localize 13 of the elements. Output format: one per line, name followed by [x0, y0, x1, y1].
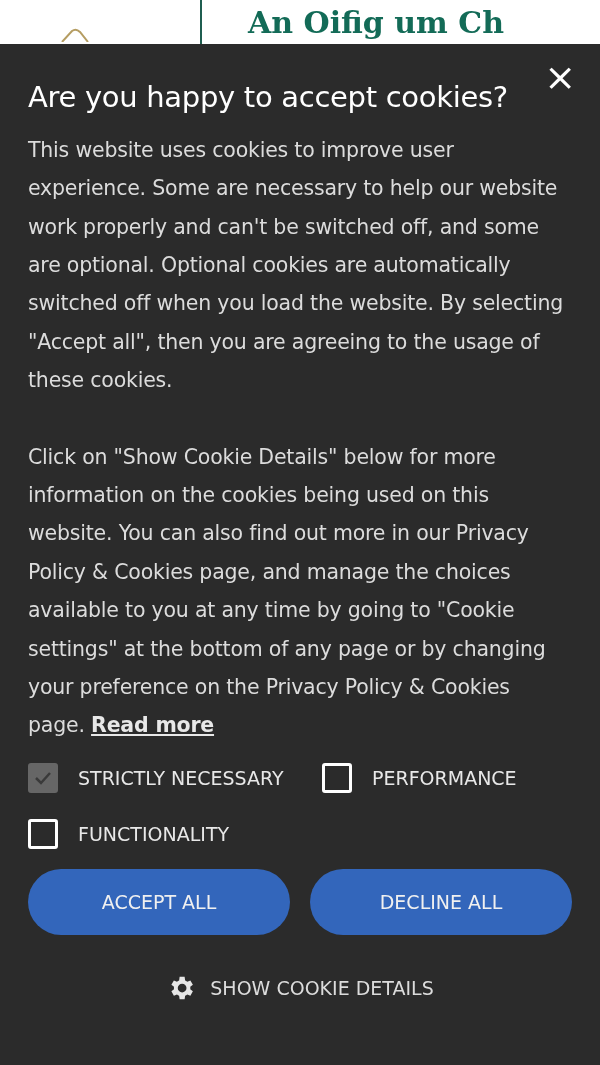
read-more-link[interactable]: Read more	[91, 713, 215, 738]
site-title: An Oifig um Ch	[248, 8, 504, 38]
checkbox-label: PERFORMANCE	[372, 766, 517, 789]
checkbox-label: FUNCTIONALITY	[78, 822, 230, 845]
body-text: This website uses cookies to improve user experience. Some are necessary to help our website work properly and can't be switched off, and some are optional. Optional cookies are automatically switched off when you load the website. By selecting "Accept all", then you are agreeing to the usage of these cookies.	[28, 136, 564, 395]
logo-icon	[60, 28, 90, 42]
consent-button[interactable]: ACCEPT ALL	[28, 868, 290, 935]
body-text: Click on "Show Cookie Details" below for more information on the cookies being used on this website. You can also find out more in our Privacy Policy & Cookies page, and manage the choices available to you at any time by going to "Cookie settings" at the bottom of any page or by changing your preference on the Privacy Policy & Cookies page. Read more	[28, 443, 547, 740]
consent-button[interactable]: DECLINE ALL	[310, 868, 572, 935]
dialog-title: Are you happy to accept cookies?	[28, 80, 509, 115]
show-details-link[interactable]: SHOW COOKIE DETAILS	[210, 976, 434, 999]
close-button[interactable]: ×	[540, 58, 580, 96]
checkbox-label: STRICTLY NECESSARY	[78, 766, 284, 789]
